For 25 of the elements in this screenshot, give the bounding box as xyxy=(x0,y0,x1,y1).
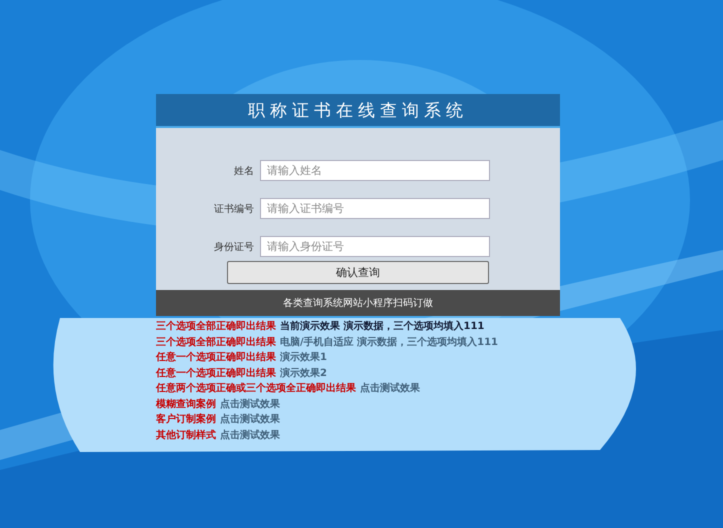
input-field[interactable]: 请输入证书编号 xyxy=(260,198,490,219)
field-label: 身份证号 xyxy=(213,240,255,254)
demo-link[interactable]: 点击测试效果 xyxy=(220,398,280,410)
demo-link[interactable]: 演示效果1 xyxy=(280,352,327,363)
footer-text: 各类查询系统网站小程序扫码订做 xyxy=(283,296,433,310)
demo-link[interactable]: 点击测试效果 xyxy=(360,383,420,394)
demo-link[interactable]: 演示效果2 xyxy=(280,368,327,378)
demo-label: 三个选项全部正确即出结果 xyxy=(156,336,276,348)
field-label: 证书编号 xyxy=(213,202,255,216)
demo-label: 客户订制案例 xyxy=(156,414,216,425)
input-field[interactable]: 请输入身份证号 xyxy=(260,236,490,257)
demo-link[interactable]: 点击测试效果 xyxy=(220,430,280,440)
demo-label: 任意两个选项正确或三个选项全正确即出结果 xyxy=(156,383,356,394)
system-title: 职称证书在线查询系统 xyxy=(248,100,468,122)
submit-button[interactable]: 确认查询 xyxy=(227,261,489,284)
demo-label: 任意一个选项正确即出结果 xyxy=(156,368,276,378)
demo-label: 其他订制样式 xyxy=(156,430,216,440)
field-label: 姓名 xyxy=(233,164,255,178)
input-field[interactable]: 请输入姓名 xyxy=(260,160,490,181)
demo-link[interactable]: 电脑/手机自适应 演示数据，三个选项均填入111 xyxy=(280,336,498,348)
demo-link[interactable]: 点击测试效果 xyxy=(220,414,280,425)
demo-label: 任意一个选项正确即出结果 xyxy=(156,352,276,363)
demo-link[interactable]: 当前演示效果 演示数据，三个选项均填入111 xyxy=(280,321,484,332)
demo-label: 模糊查询案例 xyxy=(156,398,216,410)
demo-label: 三个选项全部正确即出结果 xyxy=(156,321,276,332)
